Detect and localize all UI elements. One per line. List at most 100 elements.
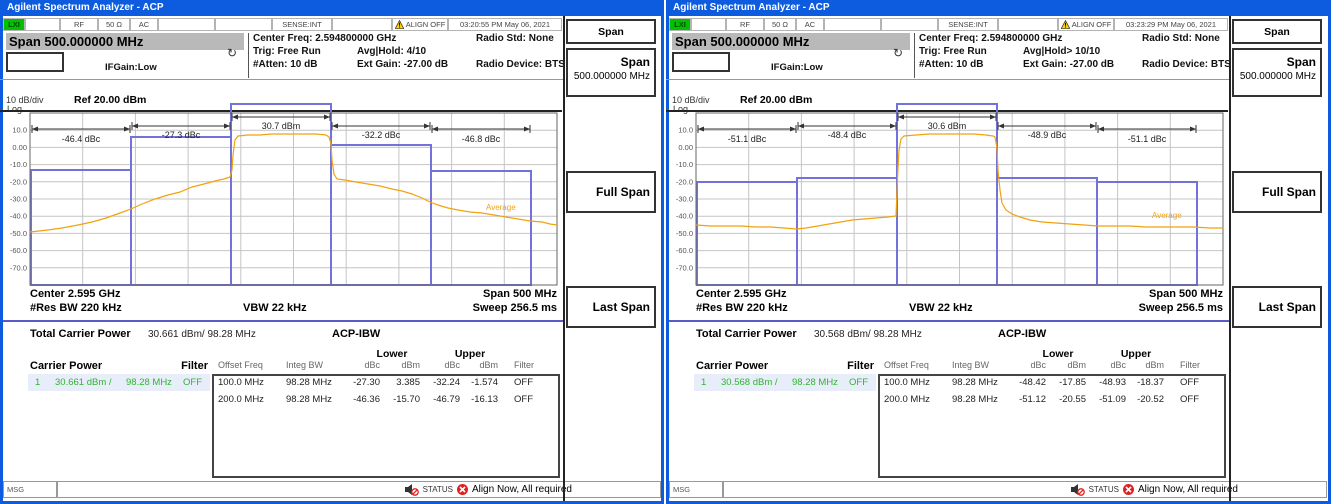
softkey-full-span[interactable]: Full Span [566,171,656,213]
footer-vbw: VBW 22 kHz [243,302,307,314]
status-cell-empty [881,18,938,31]
offset-row-cell: -27.30 [336,377,380,388]
footer-span: Span 500 MHz [400,288,557,300]
menu-title: Span [566,19,656,44]
lower-header: Lower [1028,348,1088,360]
footer-rbw: #Res BW 220 kHz [696,302,788,314]
status-cell-empty [332,18,392,31]
window-titlebar[interactable]: Agilent Spectrum Analyzer - ACP [667,1,1330,16]
col-upper-dbc: dBc [420,360,460,370]
col-upper-dbm: dBm [458,360,498,370]
log-scale-label: Log [7,104,22,114]
msg-box: MSG [3,481,57,498]
radio-std-label: Radio Std: None [476,33,554,44]
carrier-filter-header: Filter [168,360,208,372]
softkey-span-title: Span [568,55,650,69]
status-cell-empty [158,18,215,31]
col-upper-dbc: dBc [1086,360,1126,370]
align-message: Align Now, All required [1138,484,1238,495]
col-integ-bw: Integ BW [286,360,342,370]
offset-row-cell: -46.36 [336,394,380,405]
atten-label: #Atten: 10 dB [253,59,317,70]
offset-row-cell: OFF [514,377,554,388]
measbar-divider [914,33,915,78]
measbar-bottom-line [666,79,1229,80]
center-freq-label: Center Freq: 2.594800000 GHz [919,33,1062,44]
footer-center-freq: Center 2.595 GHz [696,288,786,300]
active-function-box [6,52,64,72]
col-lower-dbc: dBc [336,360,380,370]
menu-title: Span [1232,19,1322,44]
center-freq-label: Center Freq: 2.594800000 GHz [253,33,396,44]
dual-analyzer-screen: Agilent Spectrum Analyzer - ACP LXI RF 5… [0,0,1331,504]
atten-label: #Atten: 10 dB [919,59,983,70]
total-carrier-power-value: 30.568 dBm/ 98.28 MHz [814,329,922,340]
footer-sweep: Sweep 256.5 ms [1066,302,1223,314]
offset-row-cell: OFF [1180,377,1220,388]
status-datetime: 03:23:29 PM May 06, 2021 [1114,18,1228,31]
offset-row-cell: 100.0 MHz [884,377,946,388]
offset-row-cell: -18.37 [1124,377,1164,388]
col-filter: Filter [1180,360,1220,370]
status-align: ALIGN OFF [1058,18,1114,31]
align-message: Align Now, All required [472,484,572,495]
softkey-last-span[interactable]: Last Span [566,286,656,328]
measurement-mode-label: ACP-IBW [998,328,1046,340]
avg-hold-label: Avg|Hold: 4/10 [357,46,426,57]
offset-table-border [212,374,560,478]
offset-row-cell: 200.0 MHz [218,394,280,405]
offset-row-cell: 200.0 MHz [884,394,946,405]
status-rf: RF [726,18,764,31]
offset-row-cell: 100.0 MHz [218,377,280,388]
avg-hold-label: Avg|Hold> 10/10 [1023,46,1100,57]
measbar-bottom-line [0,79,563,80]
carrier-power-header: Carrier Power [30,360,102,372]
window-titlebar[interactable]: Agilent Spectrum Analyzer - ACP [1,1,663,16]
speaker-muted-icon [1070,483,1085,496]
carrier-power-value: 30.568 dBm / [721,377,778,388]
span-display: Span 500.000000 MHz [672,33,910,50]
msg-box: MSG [669,481,723,498]
status-coupling: AC [796,18,824,31]
carrier-power-header: Carrier Power [696,360,768,372]
align-warning-icon [1061,20,1070,29]
span-display: Span 500.000000 MHz [6,33,244,50]
softkey-span[interactable]: Span 500.000000 MHz [1232,48,1322,97]
status-message-bar: STATUS Align Now, All required [57,481,661,498]
col-integ-bw: Integ BW [952,360,1008,370]
ext-gain-label: Ext Gain: -27.00 dB [1023,59,1114,70]
ifgain-label: IFGain:Low [105,62,157,73]
offset-row-cell: -17.85 [1046,377,1086,388]
align-error-icon [457,484,468,495]
offset-row-cell: -48.42 [1002,377,1046,388]
carrier-filter-header: Filter [834,360,874,372]
offset-row-cell: OFF [1180,394,1220,405]
col-upper-dbm: dBm [1124,360,1164,370]
lxi-badge: LXI [3,18,25,31]
section-divider [669,320,1229,322]
softkey-span-value: 500.000000 MHz [568,71,650,82]
section-divider [3,320,563,322]
carrier-index: 1 [35,377,40,388]
footer-vbw: VBW 22 kHz [909,302,973,314]
softkey-last-span[interactable]: Last Span [1232,286,1322,328]
softkey-span-title: Span [1234,55,1316,69]
offset-row-cell: -46.79 [420,394,460,405]
measurement-mode-label: ACP-IBW [332,328,380,340]
analyzer-window-right: Agilent Spectrum Analyzer - ACP LXI RF 5… [666,0,1331,504]
lxi-badge: LXI [669,18,691,31]
status-coupling: AC [130,18,158,31]
align-warning-icon [395,20,404,29]
status-cell-empty [998,18,1058,31]
status-cell-empty [691,18,726,31]
softkey-full-span[interactable]: Full Span [1232,171,1322,213]
offset-row-cell: -32.24 [420,377,460,388]
total-carrier-power-value: 30.661 dBm/ 98.28 MHz [148,329,256,340]
window-title: Agilent Spectrum Analyzer - ACP [673,2,830,13]
log-scale-label: Log [673,104,688,114]
status-align-label: ALIGN OFF [406,20,446,29]
softkey-span[interactable]: Span 500.000000 MHz [566,48,656,97]
offset-row-cell: 98.28 MHz [952,377,1008,388]
carrier-filter-value: OFF [183,377,202,388]
status-word: STATUS [1089,485,1119,494]
